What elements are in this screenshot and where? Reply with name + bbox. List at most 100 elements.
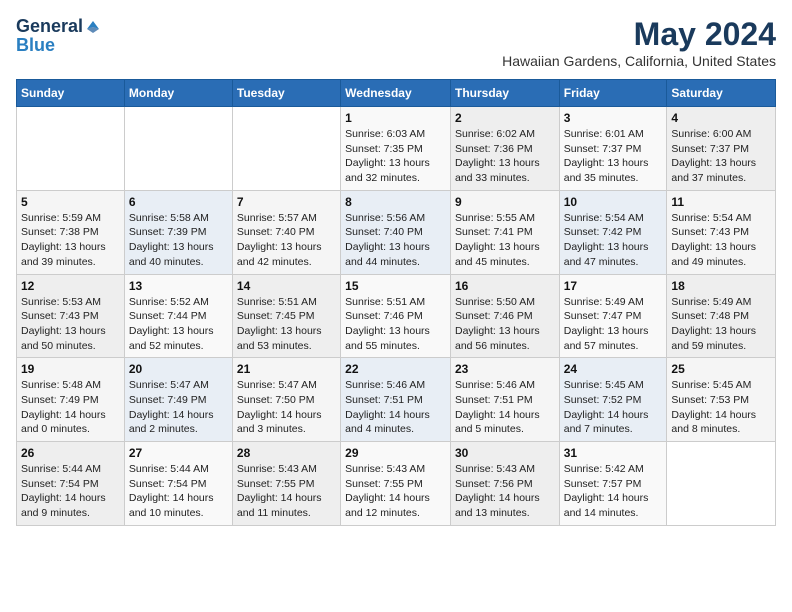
calendar-cell: 17Sunrise: 5:49 AM Sunset: 7:47 PM Dayli… xyxy=(559,274,667,358)
day-info: Sunrise: 5:42 AM Sunset: 7:57 PM Dayligh… xyxy=(564,462,663,521)
day-number: 22 xyxy=(345,362,446,376)
day-info: Sunrise: 5:44 AM Sunset: 7:54 PM Dayligh… xyxy=(129,462,228,521)
calendar-cell: 31 Sunrise: 5:42 AM Sunset: 7:57 PM Dayli… xyxy=(559,442,667,526)
calendar-cell: 20Sunrise: 5:47 AM Sunset: 7:49 PM Dayli… xyxy=(124,358,232,442)
day-number: 23 xyxy=(455,362,555,376)
day-info: Sunrise: 5:57 AM Sunset: 7:40 PM Dayligh… xyxy=(237,211,336,270)
day-number: 17 xyxy=(564,279,663,293)
page-header: General Blue May 2024 Hawaiian Gardens, … xyxy=(16,16,776,69)
day-info: Sunrise: 5:43 AM Sunset: 7:55 PM Dayligh… xyxy=(237,462,336,521)
calendar-title: May 2024 xyxy=(502,16,776,53)
calendar-week-row: 5 Sunrise: 5:59 AM Sunset: 7:38 PM Daylig… xyxy=(17,190,776,274)
day-number: 6 xyxy=(129,195,228,209)
day-number: 30 xyxy=(455,446,555,460)
calendar-cell: 14Sunrise: 5:51 AM Sunset: 7:45 PM Dayli… xyxy=(232,274,340,358)
day-info: Sunrise: 5:51 AM Sunset: 7:46 PM Dayligh… xyxy=(345,295,446,354)
calendar-cell: 7 Sunrise: 5:57 AM Sunset: 7:40 PM Daylig… xyxy=(232,190,340,274)
day-number: 5 xyxy=(21,195,120,209)
calendar-cell: 22Sunrise: 5:46 AM Sunset: 7:51 PM Dayli… xyxy=(341,358,451,442)
logo-icon xyxy=(85,19,101,35)
calendar-table: SundayMondayTuesdayWednesdayThursdayFrid… xyxy=(16,79,776,526)
calendar-week-row: 26 Sunrise: 5:44 AM Sunset: 7:54 PM Dayli… xyxy=(17,442,776,526)
day-number: 28 xyxy=(237,446,336,460)
day-info: Sunrise: 5:45 AM Sunset: 7:53 PM Dayligh… xyxy=(671,378,771,437)
calendar-cell: 5 Sunrise: 5:59 AM Sunset: 7:38 PM Daylig… xyxy=(17,190,125,274)
day-number: 11 xyxy=(671,195,771,209)
day-info: Sunrise: 6:03 AM Sunset: 7:35 PM Dayligh… xyxy=(345,127,446,186)
day-info: Sunrise: 5:46 AM Sunset: 7:51 PM Dayligh… xyxy=(455,378,555,437)
day-info: Sunrise: 5:53 AM Sunset: 7:43 PM Dayligh… xyxy=(21,295,120,354)
day-info: Sunrise: 5:55 AM Sunset: 7:41 PM Dayligh… xyxy=(455,211,555,270)
day-info: Sunrise: 5:50 AM Sunset: 7:46 PM Dayligh… xyxy=(455,295,555,354)
title-block: May 2024 Hawaiian Gardens, California, U… xyxy=(502,16,776,69)
day-number: 13 xyxy=(129,279,228,293)
day-info: Sunrise: 5:47 AM Sunset: 7:50 PM Dayligh… xyxy=(237,378,336,437)
day-header-thursday: Thursday xyxy=(450,80,559,107)
calendar-cell: 24Sunrise: 5:45 AM Sunset: 7:52 PM Dayli… xyxy=(559,358,667,442)
day-info: Sunrise: 5:49 AM Sunset: 7:48 PM Dayligh… xyxy=(671,295,771,354)
day-info: Sunrise: 5:58 AM Sunset: 7:39 PM Dayligh… xyxy=(129,211,228,270)
calendar-cell: 9Sunrise: 5:55 AM Sunset: 7:41 PM Daylig… xyxy=(450,190,559,274)
calendar-cell: 27 Sunrise: 5:44 AM Sunset: 7:54 PM Dayli… xyxy=(124,442,232,526)
day-header-wednesday: Wednesday xyxy=(341,80,451,107)
day-header-friday: Friday xyxy=(559,80,667,107)
day-info: Sunrise: 5:48 AM Sunset: 7:49 PM Dayligh… xyxy=(21,378,120,437)
calendar-cell xyxy=(232,107,340,191)
calendar-week-row: 19 Sunrise: 5:48 AM Sunset: 7:49 PM Dayli… xyxy=(17,358,776,442)
calendar-cell: 15 Sunrise: 5:51 AM Sunset: 7:46 PM Dayli… xyxy=(341,274,451,358)
calendar-subtitle: Hawaiian Gardens, California, United Sta… xyxy=(502,53,776,69)
calendar-cell: 3 Sunrise: 6:01 AM Sunset: 7:37 PM Daylig… xyxy=(559,107,667,191)
day-info: Sunrise: 5:54 AM Sunset: 7:43 PM Dayligh… xyxy=(671,211,771,270)
logo-general: General xyxy=(16,16,83,37)
calendar-cell: 11 Sunrise: 5:54 AM Sunset: 7:43 PM Dayli… xyxy=(667,190,776,274)
day-header-saturday: Saturday xyxy=(667,80,776,107)
day-header-sunday: Sunday xyxy=(17,80,125,107)
calendar-header-row: SundayMondayTuesdayWednesdayThursdayFrid… xyxy=(17,80,776,107)
calendar-cell: 28 Sunrise: 5:43 AM Sunset: 7:55 PM Dayli… xyxy=(232,442,340,526)
day-number: 20 xyxy=(129,362,228,376)
day-number: 18 xyxy=(671,279,771,293)
day-number: 27 xyxy=(129,446,228,460)
logo-blue: Blue xyxy=(16,35,55,56)
calendar-cell: 4Sunrise: 6:00 AM Sunset: 7:37 PM Daylig… xyxy=(667,107,776,191)
day-info: Sunrise: 6:01 AM Sunset: 7:37 PM Dayligh… xyxy=(564,127,663,186)
day-number: 19 xyxy=(21,362,120,376)
calendar-cell: 13 Sunrise: 5:52 AM Sunset: 7:44 PM Dayli… xyxy=(124,274,232,358)
calendar-cell: 6 Sunrise: 5:58 AM Sunset: 7:39 PM Daylig… xyxy=(124,190,232,274)
day-number: 7 xyxy=(237,195,336,209)
day-number: 2 xyxy=(455,111,555,125)
day-info: Sunrise: 5:44 AM Sunset: 7:54 PM Dayligh… xyxy=(21,462,120,521)
day-info: Sunrise: 5:45 AM Sunset: 7:52 PM Dayligh… xyxy=(564,378,663,437)
calendar-cell xyxy=(667,442,776,526)
day-info: Sunrise: 5:52 AM Sunset: 7:44 PM Dayligh… xyxy=(129,295,228,354)
calendar-cell: 18 Sunrise: 5:49 AM Sunset: 7:48 PM Dayli… xyxy=(667,274,776,358)
logo: General Blue xyxy=(16,16,101,56)
day-number: 4 xyxy=(671,111,771,125)
day-number: 3 xyxy=(564,111,663,125)
day-number: 12 xyxy=(21,279,120,293)
calendar-cell: 21Sunrise: 5:47 AM Sunset: 7:50 PM Dayli… xyxy=(232,358,340,442)
calendar-week-row: 12 Sunrise: 5:53 AM Sunset: 7:43 PM Dayli… xyxy=(17,274,776,358)
day-number: 15 xyxy=(345,279,446,293)
day-info: Sunrise: 6:02 AM Sunset: 7:36 PM Dayligh… xyxy=(455,127,555,186)
calendar-cell: 29Sunrise: 5:43 AM Sunset: 7:55 PM Dayli… xyxy=(341,442,451,526)
day-number: 29 xyxy=(345,446,446,460)
calendar-cell: 26 Sunrise: 5:44 AM Sunset: 7:54 PM Dayli… xyxy=(17,442,125,526)
calendar-week-row: 1 Sunrise: 6:03 AM Sunset: 7:35 PM Daylig… xyxy=(17,107,776,191)
day-number: 31 xyxy=(564,446,663,460)
day-number: 26 xyxy=(21,446,120,460)
day-number: 25 xyxy=(671,362,771,376)
day-info: Sunrise: 5:56 AM Sunset: 7:40 PM Dayligh… xyxy=(345,211,446,270)
calendar-cell: 16 Sunrise: 5:50 AM Sunset: 7:46 PM Dayli… xyxy=(450,274,559,358)
day-number: 1 xyxy=(345,111,446,125)
calendar-cell: 1 Sunrise: 6:03 AM Sunset: 7:35 PM Daylig… xyxy=(341,107,451,191)
calendar-cell: 8 Sunrise: 5:56 AM Sunset: 7:40 PM Daylig… xyxy=(341,190,451,274)
calendar-cell xyxy=(124,107,232,191)
day-number: 8 xyxy=(345,195,446,209)
day-number: 10 xyxy=(564,195,663,209)
day-info: Sunrise: 5:59 AM Sunset: 7:38 PM Dayligh… xyxy=(21,211,120,270)
day-info: Sunrise: 5:51 AM Sunset: 7:45 PM Dayligh… xyxy=(237,295,336,354)
day-header-monday: Monday xyxy=(124,80,232,107)
day-number: 16 xyxy=(455,279,555,293)
calendar-cell: 25 Sunrise: 5:45 AM Sunset: 7:53 PM Dayli… xyxy=(667,358,776,442)
